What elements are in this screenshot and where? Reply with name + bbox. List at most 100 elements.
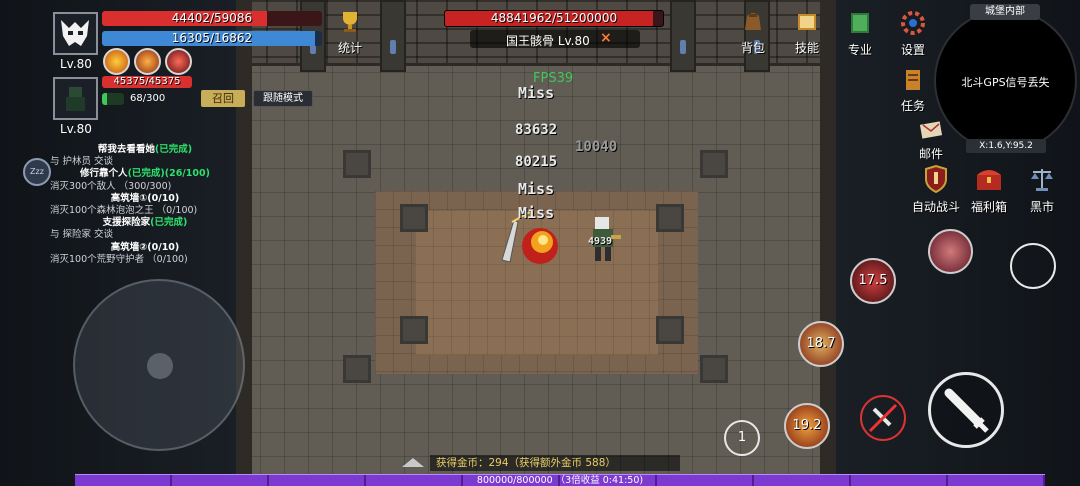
- close-target-button[interactable]: ×: [600, 30, 612, 46]
- combat-text-damage: 4939: [588, 236, 613, 247]
- skill-book-icon: [798, 14, 816, 30]
- pet-exp-text: 68/300: [130, 93, 166, 104]
- recall-pet-button[interactable]: 召回: [201, 90, 245, 107]
- skill-slash-button[interactable]: [928, 229, 973, 274]
- quest-detail: 与 护林员 交谈: [50, 156, 114, 168]
- auto-battle-button[interactable]: 自动战斗: [908, 164, 964, 215]
- bag-button[interactable]: 背包: [736, 8, 770, 56]
- black-market-button[interactable]: 黑市: [1024, 165, 1060, 215]
- sword-icon: [944, 388, 989, 433]
- floor-plate: [343, 355, 371, 383]
- skill-button-cooldown[interactable]: 17.5: [850, 258, 896, 304]
- quest-entry[interactable]: 高筑墙①(0/10) 消灭100个森林泡泡之王 （0/100): [50, 193, 240, 217]
- settings-button[interactable]: 设置: [894, 10, 932, 58]
- skills-label: 技能: [794, 41, 819, 55]
- pet-hp-bar: 45375/45375: [102, 76, 192, 88]
- skill-cooldown-timer: 19.2: [792, 418, 822, 433]
- floor-plate: [656, 316, 684, 344]
- quest-title: 高筑墙①(0/10): [110, 192, 180, 204]
- mail-label: 邮件: [918, 147, 943, 161]
- game-screen: Miss 83632 10040 80215 Miss Miss 4939 FP…: [0, 0, 1080, 486]
- combat-text-damage-faded: 10040: [575, 139, 618, 155]
- quest-entry[interactable]: 支援探险家(已完成) 与 探险家 交谈: [50, 217, 240, 241]
- pet-level: Lv.80: [60, 122, 92, 136]
- skill-page-switch[interactable]: 1: [724, 420, 760, 456]
- floor-plate: [656, 204, 684, 232]
- player-mp-bar: 16305/16862: [102, 31, 322, 46]
- empty-skill-slot[interactable]: [1010, 243, 1056, 289]
- shield-icon: [925, 164, 947, 194]
- wall-pillar: [670, 0, 696, 72]
- player-hp-text: 44402/59086: [171, 11, 253, 25]
- virtual-joystick[interactable]: [73, 279, 245, 451]
- boss-name-plate: 国王骸骨 Lv.80 ×: [470, 30, 640, 48]
- tasks-button[interactable]: 任务: [896, 68, 930, 114]
- buff-flame-icon[interactable]: [134, 48, 161, 75]
- settings-label: 设置: [900, 43, 925, 57]
- mail-icon: [919, 121, 943, 139]
- scales-icon: [1031, 169, 1053, 191]
- disabled-sword-button[interactable]: [860, 395, 906, 441]
- combat-text-miss: Miss: [518, 84, 555, 102]
- minimap-area-name: 城堡内部: [970, 4, 1040, 20]
- minimap-coordinates: X:1.6,Y:95.2: [966, 139, 1046, 153]
- mail-button[interactable]: 邮件: [913, 120, 949, 162]
- pet-hp-text: 45375/45375: [113, 76, 181, 87]
- quest-title: 帮我去看看她: [97, 144, 155, 155]
- quest-entry[interactable]: 帮我去看看她(已完成) 与 护林员 交谈: [50, 144, 240, 168]
- demon-mask-icon: [61, 20, 89, 46]
- quest-detail: 消灭100个森林泡泡之王 （0/100): [50, 205, 198, 217]
- pet-portrait[interactable]: [53, 77, 98, 120]
- quest-detail: 消灭300个敌人 （300/300): [50, 180, 172, 192]
- specialty-button[interactable]: 专业: [842, 10, 878, 58]
- treasure-chest-icon: [977, 170, 1001, 190]
- floor-plate: [700, 150, 728, 178]
- expand-log-arrow-icon[interactable]: [402, 458, 424, 467]
- quest-title: 修行靠个人: [80, 168, 128, 180]
- quest-title: 高筑墙②(0/10): [110, 241, 180, 253]
- fps-counter: FPS39: [533, 71, 574, 86]
- sword-disabled-icon: [868, 403, 898, 433]
- welfare-chest-button[interactable]: 福利箱: [966, 165, 1012, 215]
- joystick-thumb[interactable]: [147, 353, 173, 379]
- trophy-icon: [343, 12, 357, 32]
- floor-plate: [400, 204, 428, 232]
- wall-pillar: [380, 0, 406, 72]
- combat-text-miss: Miss: [518, 180, 555, 198]
- minimap[interactable]: 城堡内部 北斗GPS信号丢失 X:1.6,Y:95.2: [934, 4, 1077, 153]
- quest-status: (已完成): [150, 217, 188, 229]
- attack-button[interactable]: [928, 372, 1004, 448]
- quest-tracker: 帮我去看看她(已完成) 与 护林员 交谈 修行靠个人(已完成)(26/100) …: [50, 144, 240, 266]
- player-mp-text: 16305/16862: [171, 31, 253, 45]
- player-level: Lv.80: [60, 57, 92, 71]
- floor-plate: [400, 316, 428, 344]
- skill-cooldown-timer: 18.7: [806, 336, 836, 351]
- quest-status: (已完成): [154, 144, 193, 155]
- gear-icon: [901, 11, 925, 35]
- experience-text: 800000/800000 （3倍收益 0:41:50): [476, 475, 644, 486]
- quest-entry[interactable]: 修行靠个人(已完成)(26/100) 消灭300个敌人 （300/300): [50, 168, 240, 192]
- buff-fire-icon[interactable]: [103, 48, 130, 75]
- skill-button-cooldown[interactable]: 18.7: [798, 321, 844, 367]
- auto-battle-label: 自动战斗: [911, 200, 960, 214]
- sleep-badge[interactable]: Zzz: [23, 158, 51, 186]
- boss-hp-bar: 48841962/51200000: [444, 10, 664, 27]
- combat-text-damage: 83632: [515, 122, 558, 138]
- tasks-label: 任务: [900, 99, 925, 113]
- boss-name: 国王骸骨 Lv.80: [506, 34, 590, 48]
- welfare-label: 福利箱: [970, 200, 1007, 214]
- player-portrait[interactable]: [53, 12, 98, 55]
- stats-button[interactable]: 统计: [333, 10, 367, 56]
- follow-mode-button[interactable]: 跟随模式: [253, 90, 313, 107]
- combat-text-damage: 80215: [515, 154, 558, 170]
- quest-detail: 消灭100个荒野守护者 （0/100): [50, 253, 188, 265]
- quest-entry[interactable]: 高筑墙②(0/10) 消灭100个荒野守护者 （0/100): [50, 242, 240, 266]
- specialty-label: 专业: [847, 43, 872, 57]
- skill-button-cooldown[interactable]: 19.2: [784, 403, 830, 449]
- buff-blood-icon[interactable]: [165, 48, 192, 75]
- skills-button[interactable]: 技能: [790, 8, 824, 56]
- experience-bar: 800000/800000 （3倍收益 0:41:50): [75, 474, 1045, 486]
- green-book-icon: [851, 13, 869, 33]
- quest-title: 支援探险家: [102, 217, 151, 229]
- bag-label: 背包: [740, 41, 765, 55]
